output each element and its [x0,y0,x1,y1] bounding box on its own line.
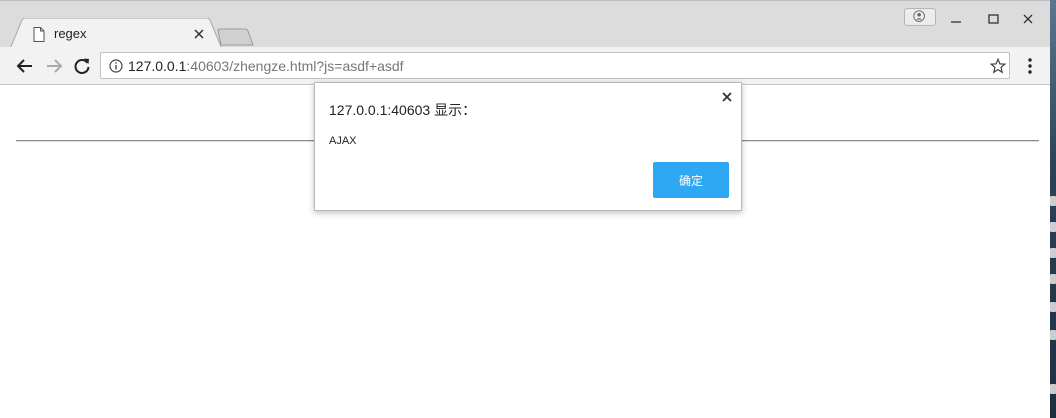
tab-title: regex [54,26,87,41]
desktop-glyph [1050,196,1056,206]
desktop-glyph [1050,384,1056,394]
url-path: :40603/zhengze.html?js=asdf+asdf [186,58,404,74]
desktop-glyph [1050,248,1056,258]
star-icon[interactable] [990,58,1006,74]
kebab-menu-icon[interactable] [1024,57,1036,75]
forward-arrow-icon[interactable] [44,56,64,76]
close-window-icon[interactable] [1015,9,1041,29]
address-bar[interactable]: 127.0.0.1:40603/zhengze.html?js=asdf+asd… [100,52,1010,79]
desktop-glyph [1050,274,1056,284]
profile-button[interactable] [904,8,936,26]
desktop-background-edge [1050,0,1056,418]
desktop-glyph [1050,222,1056,232]
new-tab-button[interactable] [217,28,255,46]
close-icon[interactable] [193,28,205,40]
ok-button[interactable]: 确定 [653,162,729,198]
dialog-message: AJAX [329,135,357,147]
browser-window: regex 127.0.0.1:40603/zhengze.html?js=as… [0,0,1051,418]
close-icon[interactable] [721,91,733,103]
info-icon[interactable] [109,59,123,73]
tab-strip: regex [0,0,1051,49]
reload-icon[interactable] [72,56,92,76]
desktop-glyph [1050,330,1056,340]
desktop-glyph [1050,302,1056,312]
minimize-icon[interactable] [943,9,969,29]
url-host: 127.0.0.1 [128,58,187,74]
toolbar: 127.0.0.1:40603/zhengze.html?js=asdf+asd… [0,47,1051,85]
document-icon [33,27,45,42]
url-text[interactable]: 127.0.0.1:40603/zhengze.html?js=asdf+asd… [128,58,404,74]
dialog-title: 127.0.0.1:40603 显示： [329,102,477,118]
alert-dialog: 127.0.0.1:40603 显示： AJAX 确定 [314,82,742,211]
maximize-icon[interactable] [980,9,1006,29]
profile-icon [913,10,925,22]
back-arrow-icon[interactable] [15,56,35,76]
